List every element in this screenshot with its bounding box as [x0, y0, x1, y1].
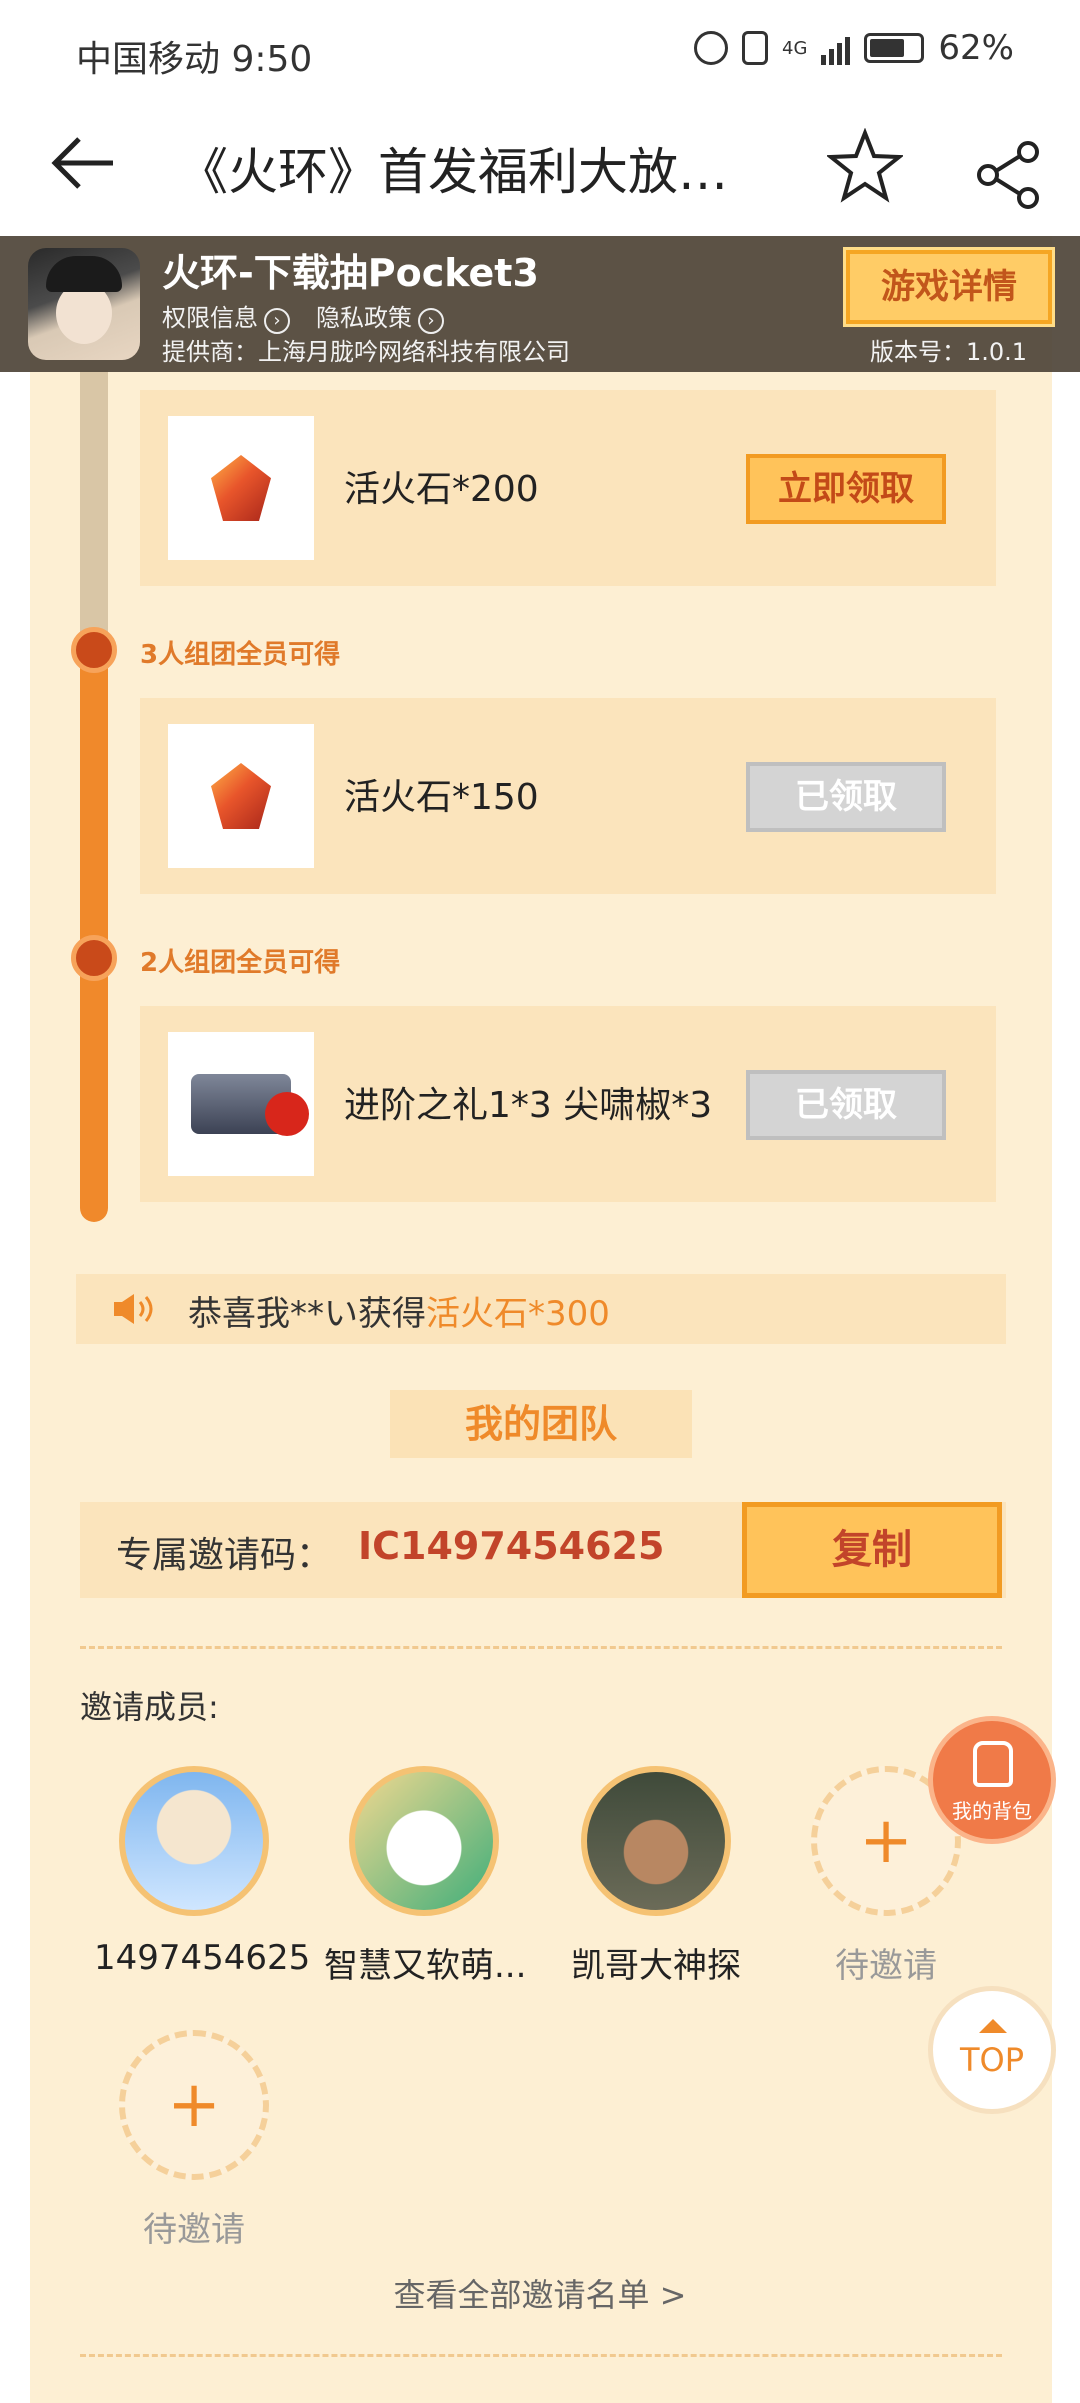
avatar [119, 1766, 269, 1916]
chevron-right-icon: › [418, 308, 444, 334]
status-icons: 4G 62% [694, 28, 1014, 68]
member-item[interactable]: 1497454625 [94, 1766, 311, 1978]
timeline-track-inactive [80, 370, 108, 650]
member-name: 凯哥大神探 [571, 1946, 741, 1986]
speaker-icon [112, 1292, 153, 1326]
reward-text: 活火石*200 [344, 469, 539, 510]
status-bar: 中国移动 9:50 4G 62% [0, 0, 1080, 110]
back-arrow-icon[interactable] [44, 132, 124, 212]
member-item[interactable]: 凯哥大神探 [556, 1766, 756, 1987]
chevron-right-icon: › [264, 308, 290, 334]
provider-text: 提供商：上海月胧吟网络科技有限公司 [162, 338, 570, 366]
my-bag-button[interactable]: 我的背包 [928, 1716, 1056, 1844]
divider [80, 2354, 1002, 2357]
members-title: 邀请成员: [80, 1688, 219, 1726]
broadcast-highlight: 活火石*300 [426, 1294, 610, 1334]
reward-text: 活火石*150 [344, 777, 539, 818]
vibrate-icon [742, 31, 769, 65]
timeline-dot [71, 627, 117, 673]
add-member-icon: + [119, 2030, 269, 2180]
view-all-invites-link[interactable]: 查看全部邀请名单 > [0, 2270, 1080, 2316]
backpack-icon [973, 1741, 1013, 1787]
broadcast-prefix: 恭喜我**い获得 [188, 1294, 426, 1334]
invite-slot[interactable]: + 待邀请 [94, 2030, 294, 2251]
reward-thumb [168, 1032, 314, 1176]
reward-card: 活火石*150 已领取 [140, 698, 996, 894]
fire-stone-icon [211, 763, 271, 829]
invite-slot-label: 待邀请 [143, 2210, 245, 2250]
claim-button[interactable]: 立即领取 [746, 454, 946, 524]
my-team-title: 我的团队 [390, 1390, 692, 1458]
network-type: 4G [782, 37, 808, 59]
reward-thumb [168, 416, 314, 560]
claimed-button[interactable]: 已领取 [746, 762, 946, 832]
invite-slot-label: 待邀请 [835, 1946, 937, 1986]
divider [80, 1646, 1002, 1649]
bag-label: 我的背包 [952, 1799, 1032, 1823]
signal-icon [821, 31, 851, 65]
broadcast-message: 恭喜我**い获得活火石*300 [188, 1286, 610, 1335]
privacy-link[interactable]: 隐私政策 › [316, 298, 444, 334]
game-banner: 火环-下载抽Pocket3 权限信息 › 隐私政策 › 提供商：上海月胧吟网络科技有… [0, 236, 1080, 372]
arrow-up-icon [979, 2019, 1007, 2033]
game-avatar [28, 248, 140, 360]
member-name: 1497454625 [94, 1938, 311, 1978]
permission-link[interactable]: 权限信息 › [162, 298, 290, 334]
copy-button[interactable]: 复制 [742, 1502, 1002, 1598]
privacy-link-label: 隐私政策 [316, 304, 412, 332]
favorite-star-icon[interactable] [820, 127, 910, 218]
reward-card: 活火石*200 立即领取 [140, 390, 996, 586]
member-name: 智慧又软萌... [324, 1946, 527, 1986]
back-to-top-button[interactable]: TOP [928, 1986, 1056, 2114]
claimed-button[interactable]: 已领取 [746, 1070, 946, 1140]
member-item[interactable]: 智慧又软萌... [324, 1766, 527, 1987]
game-detail-button[interactable]: 游戏详情 [846, 250, 1052, 324]
gift-chest-icon [191, 1074, 309, 1136]
permission-link-label: 权限信息 [162, 304, 258, 332]
banner-links: 权限信息 › 隐私政策 › [162, 298, 444, 334]
fire-stone-icon [211, 455, 271, 521]
timeline-dot [71, 935, 117, 981]
avatar [349, 1766, 499, 1916]
broadcast-bar: 恭喜我**い获得活火石*300 [76, 1274, 1006, 1344]
page-title: 《火环》首发福利大放… [178, 143, 728, 201]
invite-code: IC1497454625 [358, 1524, 665, 1568]
tier-label: 2人组团全员可得 [140, 948, 341, 978]
battery-percent: 62% [938, 28, 1014, 68]
top-label: TOP [959, 2041, 1025, 2079]
battery-icon [864, 33, 925, 63]
version-text: 版本号：1.0.1 [870, 338, 1028, 366]
tier-label: 3人组团全员可得 [140, 640, 341, 670]
speed-icon [694, 31, 729, 65]
reward-card: 进阶之礼1*3 尖啸椒*3 已领取 [140, 1006, 996, 1202]
carrier-time: 中国移动 9:50 [76, 39, 313, 80]
invite-code-label: 专属邀请码： [116, 1535, 333, 1576]
reward-thumb [168, 724, 314, 868]
nav-bar: 《火环》首发福利大放… [0, 110, 1080, 236]
reward-text: 进阶之礼1*3 尖啸椒*3 [344, 1085, 713, 1126]
avatar [581, 1766, 731, 1916]
share-icon[interactable] [966, 132, 1052, 218]
game-name: 火环-下载抽Pocket3 [162, 251, 539, 295]
